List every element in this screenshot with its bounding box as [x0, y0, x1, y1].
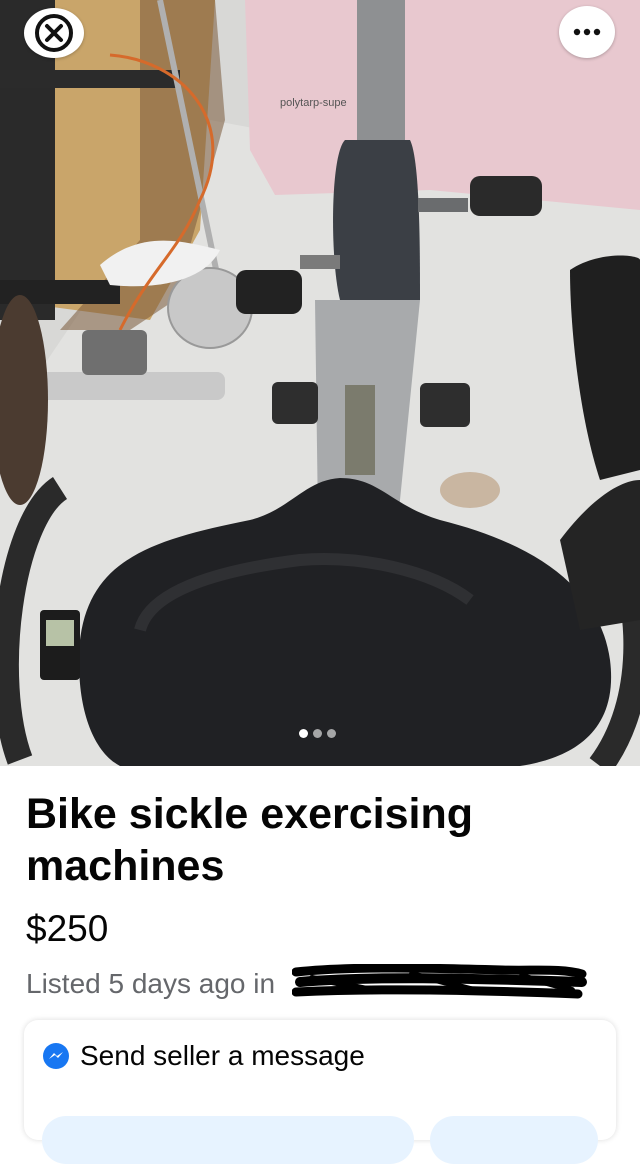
carousel-dot[interactable] — [327, 729, 336, 738]
carousel-dot[interactable] — [313, 729, 322, 738]
messenger-icon — [43, 1043, 69, 1069]
send-message-label: Send seller a message — [80, 1040, 365, 1071]
close-button[interactable] — [24, 8, 84, 58]
carousel-indicator — [299, 729, 336, 738]
listing-title: Bike sickle exercising machines — [26, 790, 474, 890]
suggested-message-chip[interactable] — [430, 1116, 598, 1164]
polytarp-box-label: polytarp-supe — [280, 97, 347, 109]
listing-photo[interactable]: polytarp-supe — [0, 0, 640, 766]
carousel-dot[interactable] — [299, 729, 308, 738]
listing-info: Bike sickle exercising machines $250 Lis… — [0, 766, 640, 1164]
message-seller-card: Send seller a message — [24, 1020, 616, 1164]
redacted-location-scribble — [292, 964, 587, 999]
close-icon — [35, 14, 73, 52]
more-options-button[interactable] — [559, 6, 615, 58]
listing-price: $250 — [26, 908, 109, 949]
listing-date-location: Listed 5 days ago in — [26, 968, 276, 999]
svg-text:polytarp-supe: polytarp-supe — [280, 97, 347, 109]
suggested-message-chip[interactable] — [42, 1116, 414, 1164]
more-options-icon — [573, 28, 601, 36]
send-message-row[interactable]: Send seller a message — [42, 1040, 365, 1072]
